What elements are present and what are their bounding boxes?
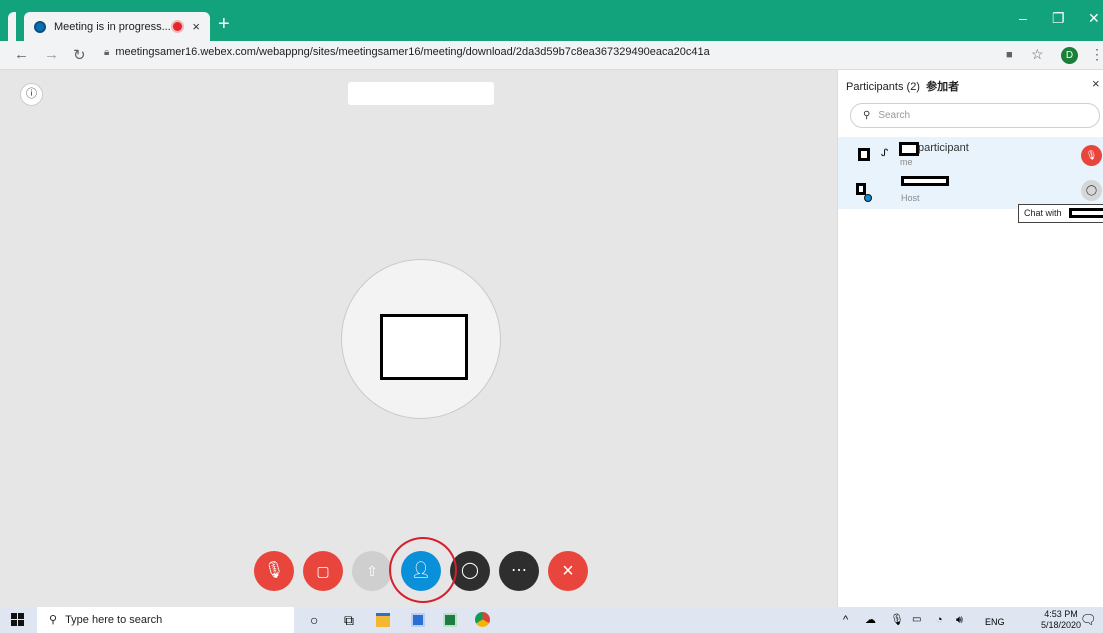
video-off-icon: ▢ [316,563,330,579]
highlight-annotation-ring [389,537,457,603]
excel-icon[interactable] [443,613,457,627]
redacted-name [901,176,949,186]
browser-toolbar: ← → ↻ 🔒︎ meetingsamer16.webex.com/webappn… [0,41,1103,70]
minimize-icon[interactable]: – [1019,10,1027,26]
participant-row-me[interactable]: ᔑ participant me 🎙︎ [838,137,1103,173]
cortana-icon[interactable]: ○ [310,611,318,629]
panel-close-button[interactable]: × [1092,76,1100,91]
tab-close-button[interactable]: × [192,19,200,34]
search-icon: ⚲ [863,110,871,121]
participant-role: me [900,157,913,167]
more-options-button[interactable]: ⋯ [499,551,539,591]
taskbar-clock[interactable]: 4:53 PM 5/18/2020 [1041,609,1081,631]
participant-avatar [858,148,870,161]
url-text: meetingsamer16.webex.com/webappng/sites/… [115,46,710,58]
file-explorer-icon[interactable] [376,613,390,627]
window-close-icon[interactable]: ✕ [1088,10,1100,27]
clock-time: 4:53 PM [1044,609,1078,619]
share-button[interactable]: ⇧ [352,551,392,591]
chat-icon: ◯ [461,562,479,579]
browser-tab[interactable]: Meeting is in progress... × [24,12,210,41]
restore-icon[interactable]: ❐ [1052,10,1065,27]
stop-video-button[interactable]: ▢ [303,551,343,591]
chat-with-participant-button[interactable]: ◯ [1081,180,1102,201]
meeting-info-button[interactable]: ⓘ [20,83,43,106]
participant-muted-icon[interactable]: 🎙︎ [1081,145,1102,166]
taskbar-search-input[interactable]: ⚲ Type here to search [37,607,294,633]
microphone-icon[interactable]: 🎙︎ [890,611,904,629]
new-tab-button[interactable]: + [218,14,230,34]
bookmark-star-icon[interactable]: ☆ [1031,46,1044,63]
back-arrow-icon[interactable]: ← [14,46,29,63]
search-placeholder: Search [878,110,911,121]
chat-with-tooltip: Chat with [1018,204,1103,223]
recording-icon [173,22,183,31]
tab-title: Meeting is in progress... [54,20,171,33]
redacted-name [1069,208,1103,218]
wifi-icon[interactable]: ◔ [936,611,943,629]
outlook-icon[interactable] [411,613,425,627]
participants-panel-title: Participants (2) 参加者 [846,81,960,93]
participant-avatar [856,183,866,195]
windows-taskbar: ⚲ Type here to search ○ ⧉ ^ ☁︎ 🎙︎ ▭ ◔ 🔊︎ … [0,607,1103,633]
participant-role: Host [901,193,920,203]
avatar-placeholder-box [380,314,468,380]
close-icon: × [562,560,574,582]
headset-icon: ᔑ [881,148,889,159]
address-bar[interactable]: 🔒︎ meetingsamer16.webex.com/webappng/site… [104,46,710,58]
profile-avatar[interactable]: D [1061,47,1078,64]
show-hidden-icons-icon[interactable]: ^ [843,611,848,629]
camera-icon[interactable]: ■ [1006,49,1013,61]
mic-off-icon: 🎙︎ [263,562,285,579]
participant-name: participant [918,142,969,154]
notifications-icon[interactable]: 🗨︎ [1080,611,1097,629]
volume-icon[interactable]: 🔊︎ [956,611,963,629]
meeting-title-pill [348,82,494,105]
browser-menu-icon[interactable]: ⋮ [1090,46,1103,63]
participants-panel: Participants (2) 参加者 × ⚲ Search ᔑ partici… [837,70,1103,607]
browser-tab-bar: Meeting is in progress... × + – ❐ ✕ [0,0,1103,41]
forward-arrow-icon[interactable]: → [44,46,59,63]
windows-start-icon[interactable] [11,613,24,626]
redacted-name [899,142,919,156]
reload-icon[interactable]: ↻ [73,46,86,64]
leave-meeting-button[interactable]: × [548,551,588,591]
participant-video-avatar [341,259,501,419]
clock-date: 5/18/2020 [1041,620,1082,630]
chrome-icon[interactable] [475,612,490,627]
more-icon: ⋯ [511,562,527,579]
onedrive-icon[interactable]: ☁︎ [865,611,876,629]
mute-button[interactable]: 🎙︎ [254,551,294,591]
battery-icon[interactable]: ▭ [912,611,921,629]
share-icon: ⇧ [366,563,378,579]
webex-logo [8,12,16,41]
presence-icon [864,194,872,202]
lock-icon: 🔒︎ [104,47,110,58]
task-view-icon[interactable]: ⧉ [344,611,354,629]
language-indicator[interactable]: ENG [985,613,1005,631]
search-icon: ⚲ [49,614,58,626]
meeting-stage: ⓘ 🎙︎ ▢ ⇧ 👤︎ ◯ ⋯ × [0,70,837,607]
webex-favicon-icon [34,20,46,33]
participant-search-input[interactable]: ⚲ Search [850,103,1100,128]
